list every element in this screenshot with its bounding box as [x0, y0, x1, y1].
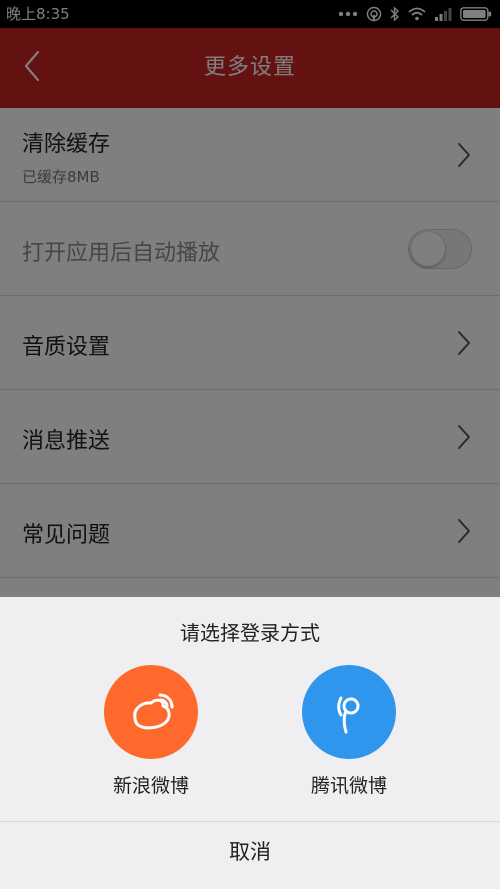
weibo-icon: [104, 665, 198, 759]
cancel-button[interactable]: 取消: [0, 822, 500, 889]
settings-screen: 晚上8:35: [0, 0, 500, 889]
tencent-weibo-icon: [302, 665, 396, 759]
sina-weibo-login-button[interactable]: 新浪微博: [86, 665, 216, 797]
sheet-title: 请选择登录方式: [180, 621, 320, 645]
tencent-weibo-login-button[interactable]: 腾讯微博: [284, 665, 414, 797]
login-option-label: 腾讯微博: [310, 775, 387, 797]
login-option-label: 新浪微博: [112, 775, 189, 797]
login-method-sheet: 请选择登录方式 新浪微博 腾讯微博 取消: [0, 597, 500, 889]
